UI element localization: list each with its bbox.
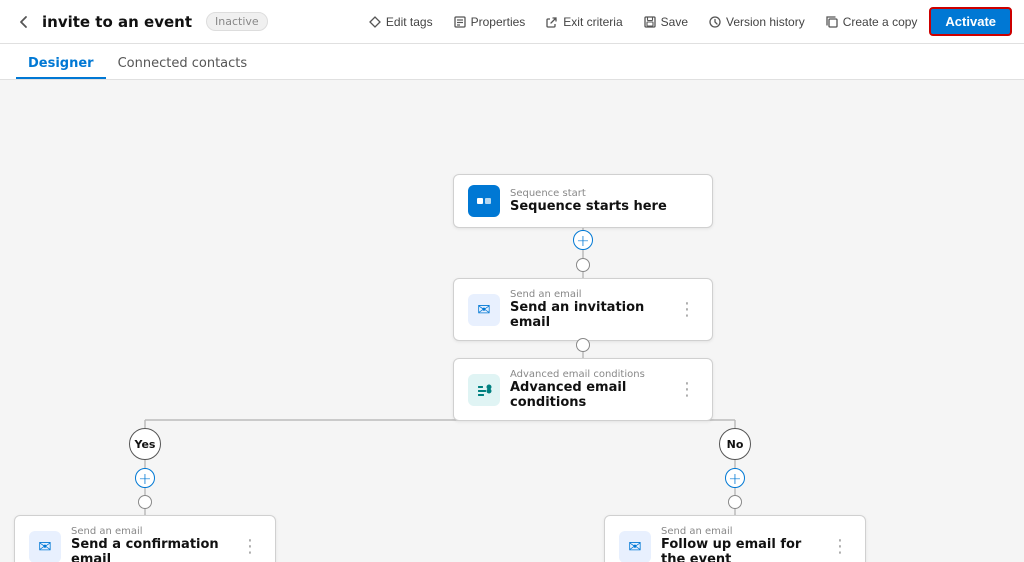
page-title: invite to an event — [42, 13, 192, 31]
edit-tags-button[interactable]: Edit tags — [360, 11, 441, 33]
tab-designer[interactable]: Designer — [16, 48, 106, 79]
send-confirmation-icon: ✉ — [29, 531, 61, 562]
sequence-start-icon — [468, 185, 500, 217]
no-branch-label: No — [719, 428, 751, 460]
activate-button[interactable]: Activate — [929, 7, 1012, 36]
circle-connector-no — [728, 495, 742, 509]
exit-criteria-button[interactable]: Exit criteria — [537, 11, 630, 33]
circle-connector-1 — [576, 258, 590, 272]
tab-connected-contacts[interactable]: Connected contacts — [106, 48, 260, 79]
circle-connector-yes — [138, 495, 152, 509]
sequence-start-node[interactable]: Sequence start Sequence starts here — [453, 174, 713, 228]
send-email-1-text: Send an email Send an invitation email — [510, 289, 666, 330]
version-history-button[interactable]: Version history — [700, 11, 813, 33]
plus-button-1[interactable]: + — [573, 230, 593, 250]
canvas: Sequence start Sequence starts here + ✉ … — [0, 80, 1024, 562]
advanced-conditions-menu[interactable]: ⋮ — [676, 379, 698, 400]
send-followup-node[interactable]: ✉ Send an email Follow up email for the … — [604, 515, 866, 562]
send-followup-icon: ✉ — [619, 531, 651, 562]
topbar: invite to an event Inactive Edit tags Pr… — [0, 0, 1024, 44]
send-followup-text: Send an email Follow up email for the ev… — [661, 526, 819, 562]
send-confirmation-menu[interactable]: ⋮ — [239, 536, 261, 557]
plus-button-yes[interactable]: + — [135, 468, 155, 488]
tabbar: Designer Connected contacts — [0, 44, 1024, 80]
topbar-actions: Edit tags Properties Exit criteria Save … — [360, 7, 1012, 36]
yes-branch-label: Yes — [129, 428, 161, 460]
advanced-conditions-icon — [468, 374, 500, 406]
save-button[interactable]: Save — [635, 11, 696, 33]
send-email-1-icon: ✉ — [468, 294, 500, 326]
sequence-start-text: Sequence start Sequence starts here — [510, 188, 698, 214]
send-followup-menu[interactable]: ⋮ — [829, 536, 851, 557]
properties-button[interactable]: Properties — [445, 11, 534, 33]
advanced-conditions-text: Advanced email conditions Advanced email… — [510, 369, 666, 410]
send-email-1-menu[interactable]: ⋮ — [676, 299, 698, 320]
plus-button-no[interactable]: + — [725, 468, 745, 488]
advanced-conditions-node[interactable]: Advanced email conditions Advanced email… — [453, 358, 713, 421]
circle-connector-2 — [576, 338, 590, 352]
status-badge: Inactive — [206, 12, 268, 31]
send-confirmation-text: Send an email Send a confirmation email — [71, 526, 229, 562]
back-button[interactable] — [12, 10, 36, 34]
send-confirmation-node[interactable]: ✉ Send an email Send a confirmation emai… — [14, 515, 276, 562]
create-copy-button[interactable]: Create a copy — [817, 11, 926, 33]
send-email-1-node[interactable]: ✉ Send an email Send an invitation email… — [453, 278, 713, 341]
